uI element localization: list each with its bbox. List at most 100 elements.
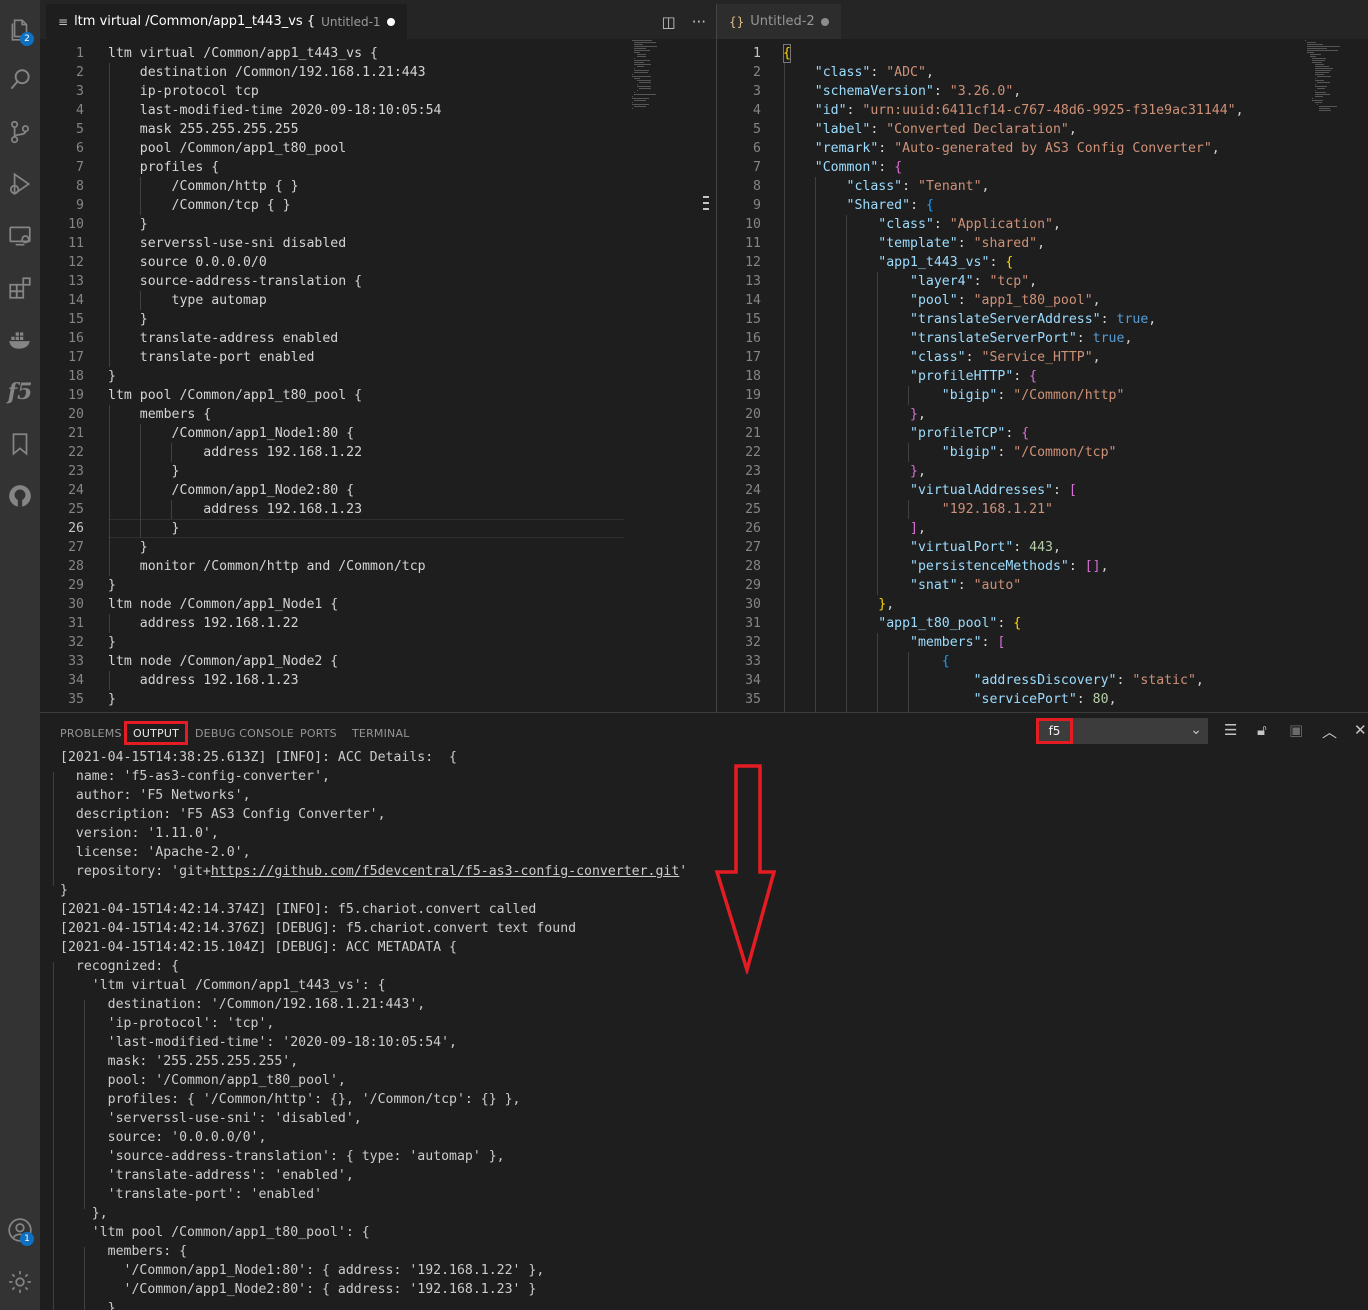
code-line[interactable]: 7 profiles {	[40, 158, 630, 177]
f5-icon[interactable]: f5	[0, 370, 40, 414]
right-minimap[interactable]	[1305, 40, 1368, 180]
code-line[interactable]: 19 ltm pool /Common/app1_t80_pool {	[40, 386, 630, 405]
code-line[interactable]: 34 address 192.168.1.23	[40, 671, 630, 690]
remote-explorer-icon[interactable]	[0, 214, 40, 258]
code-line[interactable]: 2 "class": "ADC",	[717, 63, 1297, 82]
settings-gear-icon[interactable]	[0, 1260, 40, 1304]
code-line[interactable]: 15 "translateServerAddress": true,	[717, 310, 1297, 329]
code-line[interactable]: 12 source 0.0.0.0/0	[40, 253, 630, 272]
code-line[interactable]: 10 "class": "Application",	[717, 215, 1297, 234]
code-line[interactable]: 35 "servicePort": 80,	[717, 690, 1297, 709]
bookmarks-icon[interactable]	[0, 422, 40, 466]
code-line[interactable]: 30 ltm node /Common/app1_Node1 {	[40, 595, 630, 614]
code-line[interactable]: 8 "class": "Tenant",	[717, 177, 1297, 196]
code-line[interactable]: 17 translate-port enabled	[40, 348, 630, 367]
code-line[interactable]: 29 "snat": "auto"	[717, 576, 1297, 595]
code-line[interactable]: 13 "layer4": "tcp",	[717, 272, 1297, 291]
code-line[interactable]: 28 monitor /Common/http and /Common/tcp	[40, 557, 630, 576]
code-line[interactable]: 18}	[40, 367, 630, 386]
code-line[interactable]: 23 },	[717, 462, 1297, 481]
code-line[interactable]: 16 translate-address enabled	[40, 329, 630, 348]
repository-link[interactable]: https://github.com/f5devcentral/f5-as3-c…	[211, 864, 679, 879]
code-line[interactable]: 12 "app1_t443_vs": {	[717, 253, 1297, 272]
code-line[interactable]: 16 "translateServerPort": true,	[717, 329, 1297, 348]
code-line[interactable]: 31 "app1_t80_pool": {	[717, 614, 1297, 633]
tab-output[interactable]: OUTPUT	[124, 721, 189, 745]
tab-ports[interactable]: PORTS	[292, 721, 345, 745]
code-line[interactable]: 11 "template": "shared",	[717, 234, 1297, 253]
code-line[interactable]: 32}	[40, 633, 630, 652]
code-line[interactable]: 26 }	[40, 519, 630, 538]
code-line[interactable]: 33 {	[717, 652, 1297, 671]
output-channel-select[interactable]: f5 ⌄	[1036, 718, 1208, 744]
unsaved-dot-icon[interactable]	[386, 17, 395, 26]
tab-untitled-1[interactable]: ≡ ltm virtual /Common/app1_t443_vs { Unt…	[46, 4, 407, 39]
accounts-icon[interactable]: 1	[0, 1208, 40, 1252]
code-line[interactable]: 3 "schemaVersion": "3.26.0",	[717, 82, 1297, 101]
code-line[interactable]: 31 address 192.168.1.22	[40, 614, 630, 633]
code-line[interactable]: 28 "persistenceMethods": [],	[717, 557, 1297, 576]
code-line[interactable]: 25 "192.168.1.21"	[717, 500, 1297, 519]
code-line[interactable]: 30 },	[717, 595, 1297, 614]
code-line[interactable]: 14 "pool": "app1_t80_pool",	[717, 291, 1297, 310]
code-line[interactable]: 4 last-modified-time 2020-09-18:10:05:54	[40, 101, 630, 120]
code-line[interactable]: 23 }	[40, 462, 630, 481]
code-line[interactable]: 24 /Common/app1_Node2:80 {	[40, 481, 630, 500]
clear-output-icon[interactable]: ☰	[1224, 721, 1237, 743]
code-line[interactable]: 22 "bigip": "/Common/tcp"	[717, 443, 1297, 462]
code-line[interactable]: 29}	[40, 576, 630, 595]
explorer-icon[interactable]: 2	[0, 8, 40, 52]
run-debug-icon[interactable]	[0, 162, 40, 206]
code-line[interactable]: 27 }	[40, 538, 630, 557]
code-line[interactable]: 19 "bigip": "/Common/http"	[717, 386, 1297, 405]
code-line[interactable]: 13 source-address-translation {	[40, 272, 630, 291]
code-line[interactable]: 21 /Common/app1_Node1:80 {	[40, 424, 630, 443]
code-line[interactable]: 32 "members": [	[717, 633, 1297, 652]
code-line[interactable]: 26 ],	[717, 519, 1297, 538]
code-line[interactable]: 5 mask 255.255.255.255	[40, 120, 630, 139]
code-line[interactable]: 1{	[717, 44, 1297, 63]
tab-debug-console[interactable]: DEBUG CONSOLE	[187, 721, 302, 745]
code-line[interactable]: 5 "label": "Converted Declaration",	[717, 120, 1297, 139]
code-line[interactable]: 11 serverssl-use-sni disabled	[40, 234, 630, 253]
tab-terminal[interactable]: TERMINAL	[344, 721, 418, 745]
unsaved-dot-icon[interactable]	[820, 17, 829, 26]
close-panel-icon[interactable]: ✕	[1354, 721, 1367, 743]
maximize-panel-icon[interactable]: ︿	[1322, 721, 1337, 743]
code-line[interactable]: 14 type automap	[40, 291, 630, 310]
code-line[interactable]: 3 ip-protocol tcp	[40, 82, 630, 101]
editor-split-sash[interactable]	[703, 196, 709, 218]
split-editor-icon[interactable]: ◫	[662, 13, 676, 31]
code-line[interactable]: 4 "id": "urn:uuid:6411cf14-c767-48d6-992…	[717, 101, 1297, 120]
code-line[interactable]: 9 /Common/tcp { }	[40, 196, 630, 215]
code-line[interactable]: 20 },	[717, 405, 1297, 424]
code-line[interactable]: 27 "virtualPort": 443,	[717, 538, 1297, 557]
code-line[interactable]: 9 "Shared": {	[717, 196, 1297, 215]
code-line[interactable]: 35}	[40, 690, 630, 709]
source-control-icon[interactable]	[0, 110, 40, 154]
code-line[interactable]: 10 }	[40, 215, 630, 234]
code-line[interactable]: 25 address 192.168.1.23	[40, 500, 630, 519]
search-icon[interactable]	[0, 58, 40, 102]
code-line[interactable]: 33 ltm node /Common/app1_Node2 {	[40, 652, 630, 671]
code-line[interactable]: 6 "remark": "Auto-generated by AS3 Confi…	[717, 139, 1297, 158]
code-line[interactable]: 18 "profileHTTP": {	[717, 367, 1297, 386]
github-icon[interactable]	[0, 474, 40, 518]
output-log[interactable]: [2021-04-15T14:38:25.613Z] [INFO]: ACC D…	[53, 748, 687, 1310]
tab-problems[interactable]: PROBLEMS	[52, 721, 130, 745]
docker-icon[interactable]	[0, 318, 40, 362]
code-line[interactable]: 22 address 192.168.1.22	[40, 443, 630, 462]
code-line[interactable]: 1 ltm virtual /Common/app1_t443_vs {	[40, 44, 630, 63]
tab-untitled-2[interactable]: {} Untitled-2	[717, 4, 841, 39]
lock-scroll-icon[interactable]: 🔓︎	[1257, 721, 1267, 743]
code-line[interactable]: 20 members {	[40, 405, 630, 424]
code-line[interactable]: 17 "class": "Service_HTTP",	[717, 348, 1297, 367]
code-line[interactable]: 24 "virtualAddresses": [	[717, 481, 1297, 500]
left-minimap[interactable]	[632, 40, 696, 180]
code-line[interactable]: 6 pool /Common/app1_t80_pool	[40, 139, 630, 158]
code-line[interactable]: 8 /Common/http { }	[40, 177, 630, 196]
code-line[interactable]: 7 "Common": {	[717, 158, 1297, 177]
code-line[interactable]: 21 "profileTCP": {	[717, 424, 1297, 443]
code-line[interactable]: 34 "addressDiscovery": "static",	[717, 671, 1297, 690]
open-log-icon[interactable]: ▣	[1289, 721, 1303, 743]
